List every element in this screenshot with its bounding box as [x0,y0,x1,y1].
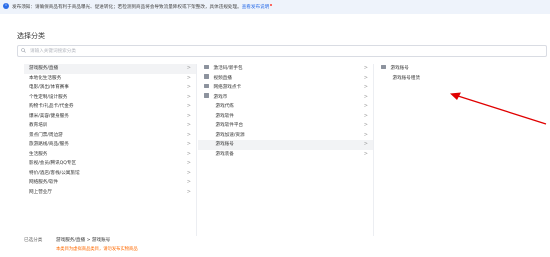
chevron-right-icon: > [363,141,368,147]
category-item[interactable]: 游戏加速/资源 > [198,131,373,141]
category-column-level3: 游戏账号 游戏账号租赁 [375,64,545,236]
chevron-right-icon: > [186,93,191,100]
category-item[interactable]: 电影/演出/体育赛事 > [24,83,196,93]
category-square-icon [204,83,209,89]
chevron-right-icon: > [363,131,368,138]
chevron-right-icon: > [363,65,368,71]
chevron-right-icon: > [363,103,368,109]
chevron-right-icon: > [363,93,368,100]
category-item[interactable]: 网络游戏点卡 > [198,83,373,93]
category-item[interactable]: 游戏装备 > [198,150,373,160]
chevron-right-icon: > [186,122,191,128]
selected-category-label: 已选分类 [24,238,43,243]
category-item[interactable]: 网络服务/软件 > [24,178,196,188]
selected-category-footer: 已选分类 游戏服务/直播 > 游戏账号 本类目为虚拟商品类目，请勿发布实物商品 [24,237,550,257]
search-icon [21,47,26,53]
chevron-right-icon: > [186,169,191,176]
category-item[interactable]: 旅游路线/商品/服务 > [24,140,196,150]
chevron-right-icon: > [186,188,191,195]
chevron-right-icon: > [186,150,191,157]
notice-text: 发布须知：请确保商品有利于商品曝光、促进转化；若检测到商品将会导致流量降权或下架… [12,4,273,10]
page-title: 选择分类 [17,32,45,40]
category-item[interactable]: 特价/酒店/客栈/公寓旅馆 > [24,169,196,179]
category-square-icon [204,74,209,79]
notice-link[interactable]: 查看发布说明 [242,5,270,10]
info-icon: i [3,3,9,9]
category-item[interactable]: 视频直播 > [198,74,373,84]
category-item[interactable]: 游戏币 > [198,93,373,103]
chevron-right-icon: > [363,150,368,157]
chevron-right-icon: > [186,160,191,166]
chevron-right-icon: > [186,103,191,109]
chevron-right-icon: > [186,65,191,71]
category-item[interactable]: 购物卡/礼品卡/代金券 > [24,102,196,112]
chevron-right-icon: > [363,74,368,81]
category-item[interactable]: 游戏账号 > [198,140,373,150]
selected-category-path: 游戏服务/直播 > 游戏账号 [56,238,111,243]
category-square-icon [204,64,209,70]
chevron-right-icon: > [186,74,191,81]
category-item[interactable]: 游戏软件 > [198,112,373,122]
category-warning-text: 本类目为虚拟商品类目，请勿发布实物商品 [56,247,138,252]
category-item[interactable]: 激活码/新手包 > [198,64,373,74]
category-item[interactable]: 爆米/美容/健身服务 > [24,112,196,122]
category-item[interactable]: 景点门票/周边游 > [24,131,196,141]
category-item[interactable]: 本地化生活服务 > [24,74,196,84]
category-item[interactable]: 网上营业厅 > [24,188,196,198]
category-item[interactable]: 游戏账号租赁 [375,74,545,84]
category-item[interactable]: 影视/会员/腾讯QQ专区 > [24,159,196,169]
notice-bar: i 发布须知：请确保商品有利于商品曝光、促进转化；若检测到商品将会导致流量降权或… [0,0,550,14]
category-item[interactable]: 教育培训 > [24,121,196,131]
chevron-right-icon: > [186,112,191,119]
category-square-icon [204,93,209,98]
search-box[interactable] [17,45,547,57]
category-item[interactable]: 游戏软件平台 > [198,121,373,131]
chevron-right-icon: > [363,122,368,128]
category-item[interactable]: 生活服务 > [24,150,196,160]
category-column-level1: 游戏服务/直播 > 本地化生活服务 > 电影/演出/体育赛事 > 个性定制/设计服务 >… [24,64,197,236]
chevron-right-icon: > [363,112,368,119]
chevron-right-icon: > [186,179,191,185]
chevron-right-icon: > [186,131,191,138]
category-square-icon [381,64,386,70]
chevron-right-icon: > [363,84,368,90]
category-item[interactable]: 游戏账号 [375,64,545,74]
category-item[interactable]: 游戏服务/直播 > [24,64,196,74]
category-item[interactable]: 游戏代练 > [198,102,373,112]
search-input[interactable] [30,47,530,55]
chevron-right-icon: > [186,84,191,90]
category-item[interactable]: 个性定制/设计服务 > [24,93,196,103]
new-dot-icon [270,4,273,6]
category-column-level2: 激活码/新手包 > 视频直播 > 网络游戏点卡 > 游戏币 > 游戏代练 > 游戏软件 > … [198,64,374,236]
chevron-right-icon: > [186,141,191,147]
